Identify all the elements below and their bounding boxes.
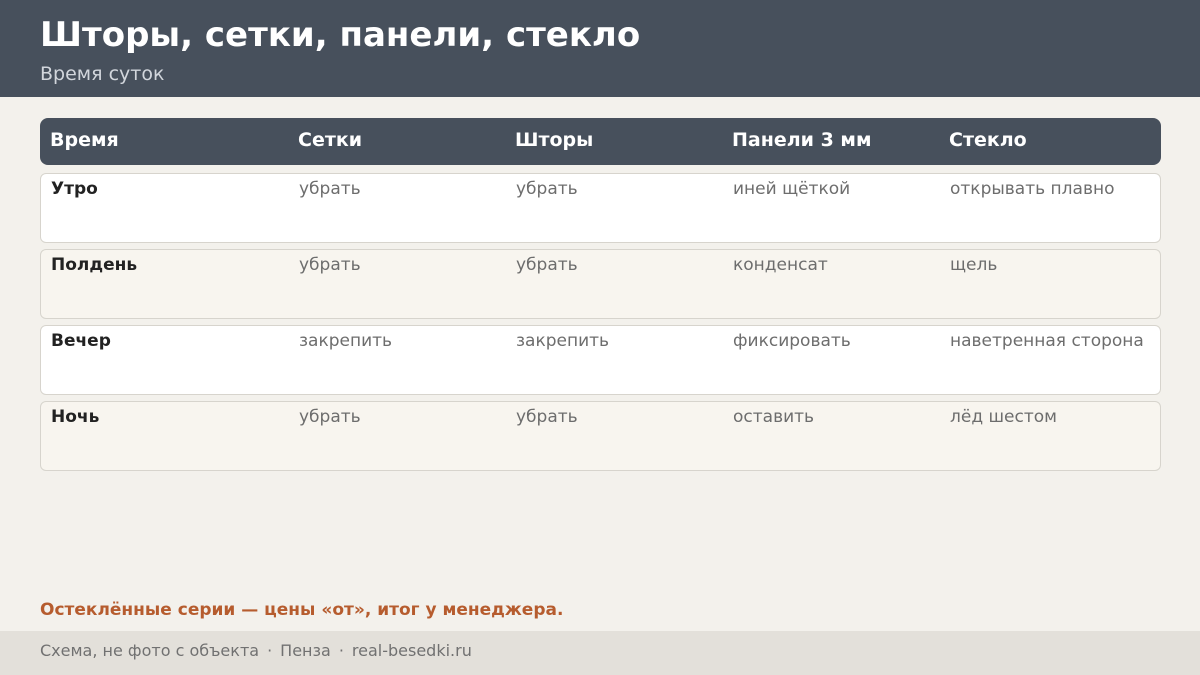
cell-panels: конденсат [733, 255, 828, 275]
cell-glass: лёд шестом [950, 407, 1057, 427]
page-title: Шторы, сетки, панели, стекло [40, 15, 641, 55]
column-header-nets: Сетки [298, 129, 363, 151]
cell-curtains: убрать [516, 255, 578, 275]
table-header: Время Сетки Шторы Панели 3 мм Стекло [40, 118, 1161, 165]
cell-panels: иней щёткой [733, 179, 851, 199]
footer-text: Схема, не фото с объекта · Пенза · real-bese… [40, 641, 472, 660]
column-header-panels: Панели 3 мм [732, 129, 872, 151]
footer-disclaimer: Схема, не фото с объекта [40, 641, 260, 660]
cell-panels: фиксировать [733, 331, 851, 351]
cell-nets: убрать [299, 407, 361, 427]
cell-nets: убрать [299, 255, 361, 275]
footer-separator: · [267, 641, 273, 660]
column-header-glass: Стекло [949, 129, 1027, 151]
cell-glass: наветренная сторона [950, 331, 1144, 351]
schedule-table: Время Сетки Шторы Панели 3 мм Стекло Утр… [40, 118, 1161, 471]
column-header-curtains: Шторы [515, 129, 594, 151]
cell-curtains: закрепить [516, 331, 610, 351]
page-header: Шторы, сетки, панели, стекло Время суток [0, 0, 1200, 97]
cell-time: Ночь [51, 407, 100, 427]
footer-website-link[interactable]: real-besedki.ru [352, 641, 472, 660]
table-row: Вечер закрепить закрепить фиксировать на… [40, 325, 1161, 395]
table-row: Полдень убрать убрать конденсат щель [40, 249, 1161, 319]
cell-glass: открывать плавно [950, 179, 1115, 199]
cell-time: Утро [51, 179, 98, 199]
cell-time: Вечер [51, 331, 111, 351]
cell-glass: щель [950, 255, 998, 275]
cell-nets: убрать [299, 179, 361, 199]
table-row: Утро убрать убрать иней щёткой открывать… [40, 173, 1161, 243]
cell-time: Полдень [51, 255, 138, 275]
cell-panels: оставить [733, 407, 815, 427]
pricing-note: Остеклённые серии — цены «от», итог у ме… [40, 600, 564, 620]
footer-separator: · [338, 641, 344, 660]
cell-curtains: убрать [516, 407, 578, 427]
column-header-time: Время [50, 129, 119, 151]
cell-curtains: убрать [516, 179, 578, 199]
table-row: Ночь убрать убрать оставить лёд шестом [40, 401, 1161, 471]
cell-nets: закрепить [299, 331, 393, 351]
footer-city: Пенза [280, 641, 331, 660]
page-subtitle: Время суток [40, 63, 165, 85]
page-footer: Схема, не фото с объекта · Пенза · real-bese… [0, 631, 1200, 675]
